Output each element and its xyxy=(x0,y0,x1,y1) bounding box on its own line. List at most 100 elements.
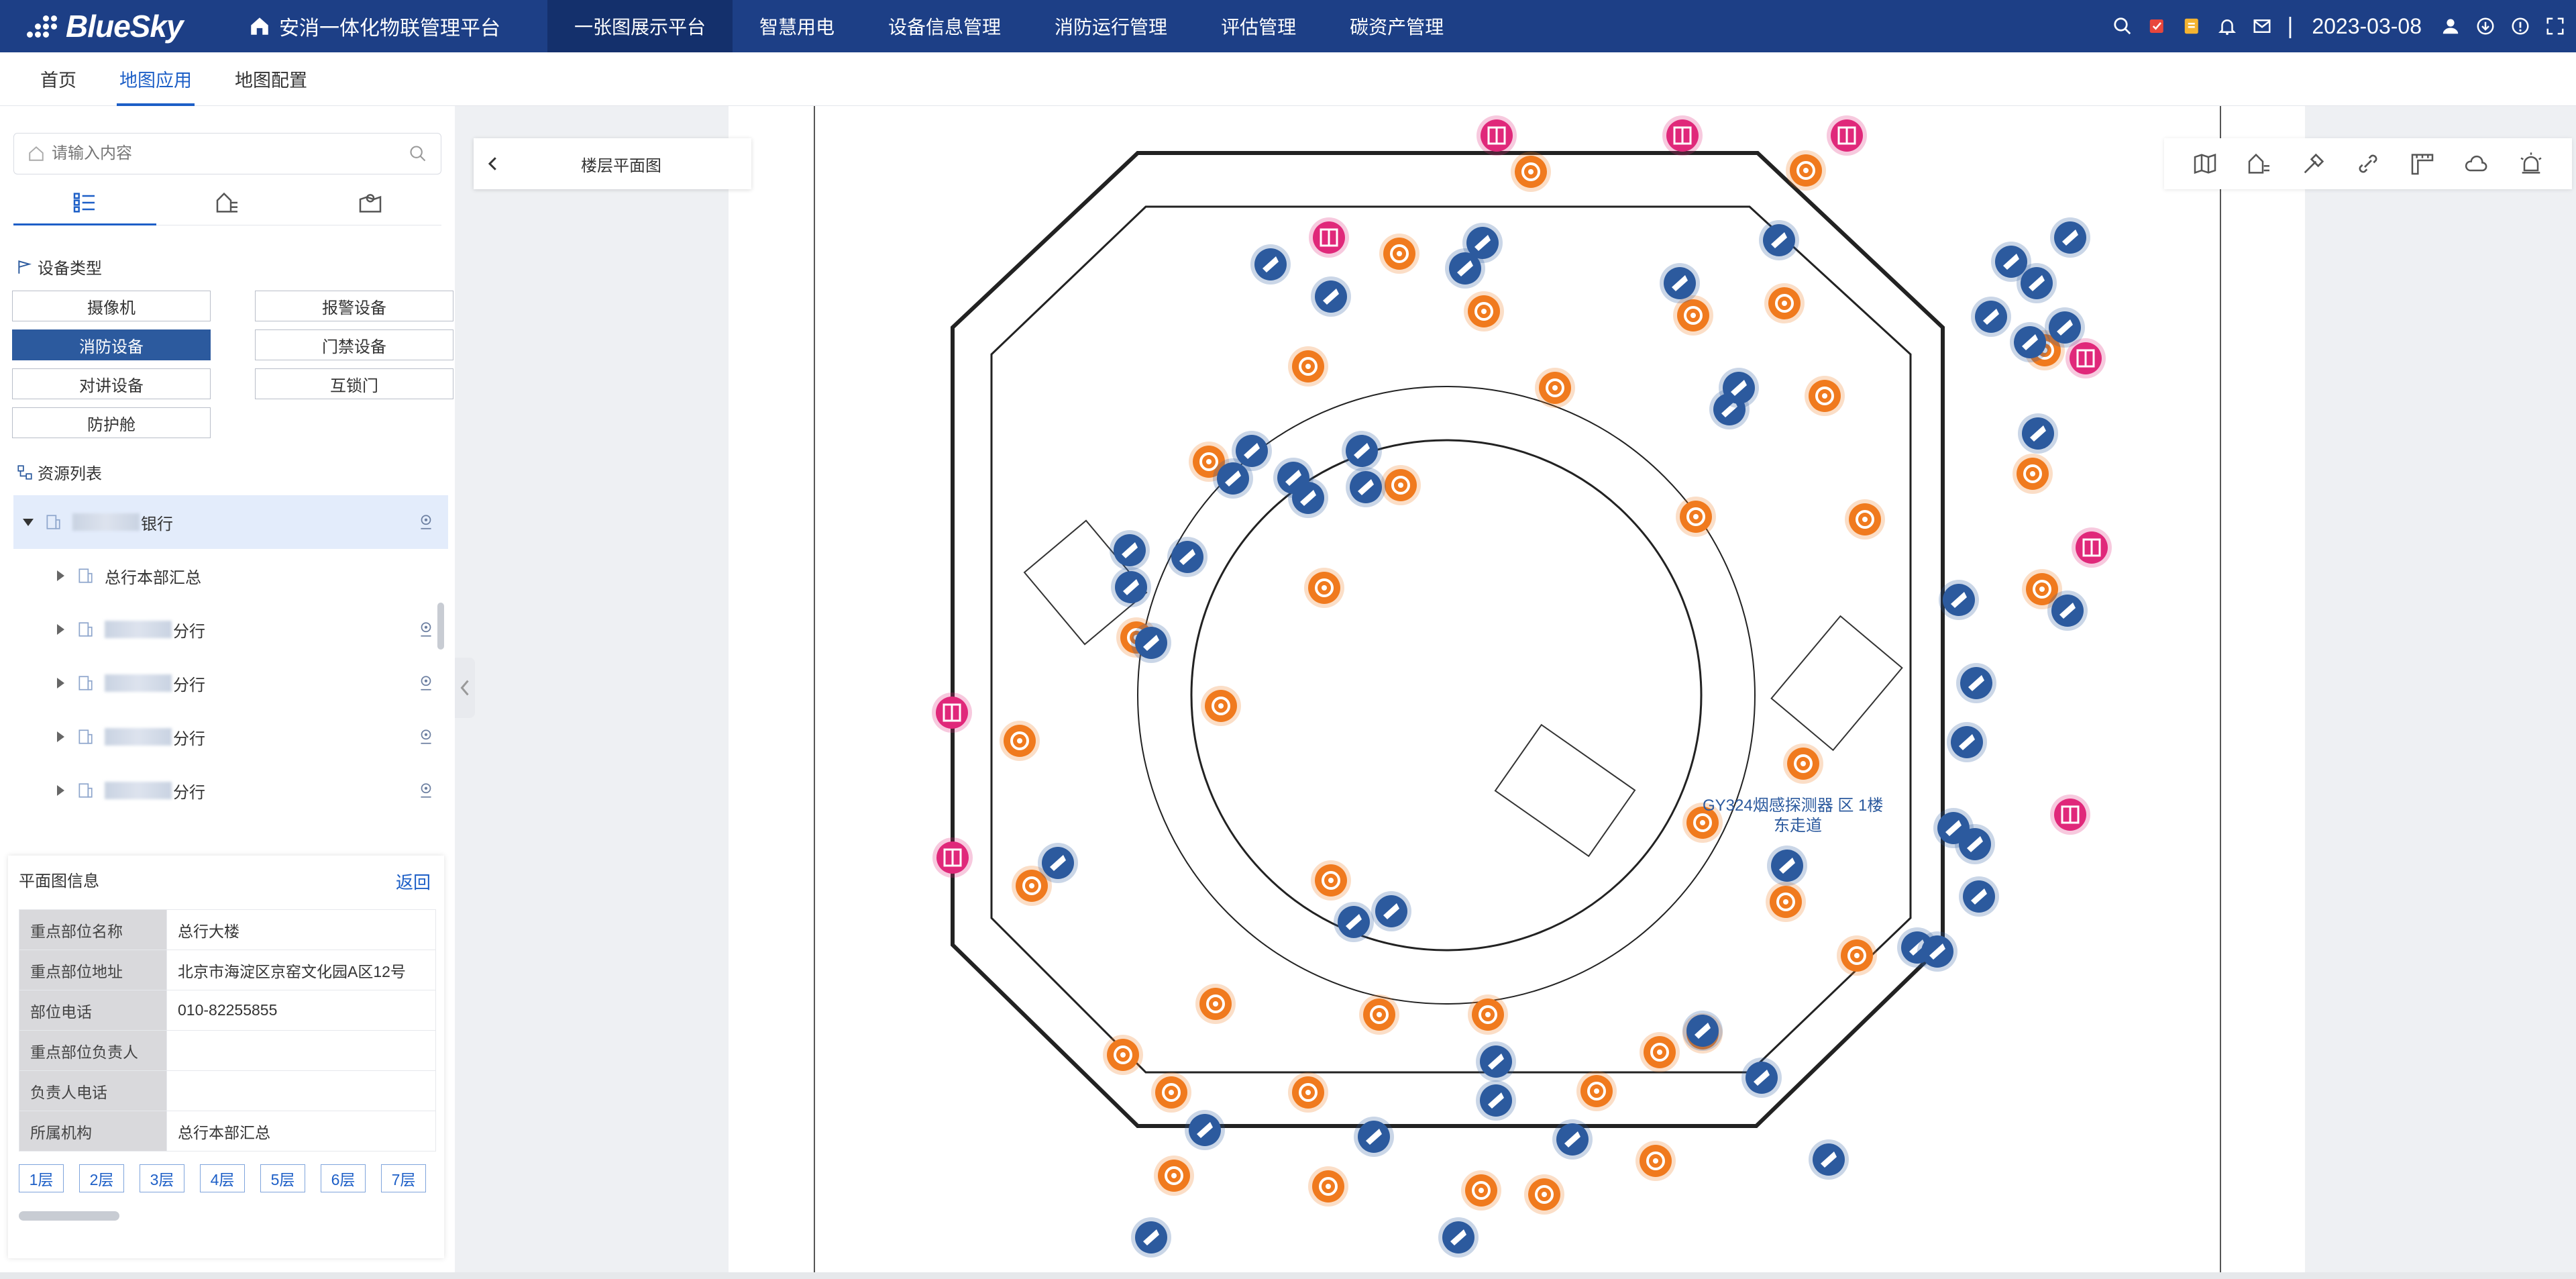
locate-icon[interactable] xyxy=(417,728,435,746)
fire-hydrant-icon[interactable] xyxy=(1461,1170,1501,1211)
fire-hydrant-icon[interactable] xyxy=(1764,283,1805,323)
camera-icon[interactable] xyxy=(1552,1119,1593,1160)
tab-building-view[interactable] xyxy=(156,180,299,225)
floor-button-2[interactable]: 2层 xyxy=(79,1164,124,1192)
camera-icon[interactable] xyxy=(1371,891,1411,931)
weather-icon[interactable] xyxy=(2463,150,2490,177)
fire-hydrant-icon[interactable] xyxy=(2012,454,2053,494)
access-door-icon[interactable] xyxy=(932,693,972,733)
nav-item-carbon[interactable]: 碳资产管理 xyxy=(1323,0,1470,52)
camera-icon[interactable] xyxy=(1971,297,2011,337)
fire-hydrant-icon[interactable] xyxy=(1288,1072,1328,1113)
camera-icon[interactable] xyxy=(1719,368,1759,408)
caret-down-icon[interactable] xyxy=(21,515,35,529)
building-list-icon[interactable] xyxy=(2246,150,2273,177)
camera-icon[interactable] xyxy=(2010,322,2050,362)
fire-hydrant-icon[interactable] xyxy=(1464,291,1504,331)
caret-right-icon[interactable] xyxy=(54,623,67,636)
floor-button-3[interactable]: 3层 xyxy=(140,1164,184,1192)
camera-icon[interactable] xyxy=(1438,1217,1479,1258)
tab-map-view[interactable] xyxy=(299,180,441,225)
camera-icon[interactable] xyxy=(1342,431,1382,471)
camera-icon[interactable] xyxy=(1809,1139,1849,1180)
camera-icon[interactable] xyxy=(1476,1080,1516,1121)
map-icon[interactable] xyxy=(2192,150,2218,177)
camera-icon[interactable] xyxy=(1660,263,1700,303)
access-door-icon[interactable] xyxy=(1309,217,1349,258)
access-door-icon[interactable] xyxy=(1662,115,1703,156)
fire-hydrant-icon[interactable] xyxy=(1535,368,1575,408)
locate-icon[interactable] xyxy=(417,513,435,531)
camera-icon[interactable] xyxy=(1767,846,1807,886)
fire-hydrant-icon[interactable] xyxy=(1151,1072,1191,1113)
camera-icon[interactable] xyxy=(1167,537,1208,577)
fire-hydrant-icon[interactable] xyxy=(1468,994,1508,1035)
fire-hydrant-icon[interactable] xyxy=(1304,568,1344,608)
fire-hydrant-icon[interactable] xyxy=(1676,497,1716,537)
fire-hydrant-icon[interactable] xyxy=(1640,1032,1680,1072)
camera-icon[interactable] xyxy=(2018,413,2058,454)
floor-button-5[interactable]: 5层 xyxy=(260,1164,305,1192)
caret-right-icon[interactable] xyxy=(54,569,67,582)
tree-item-branch[interactable]: 分行 xyxy=(13,656,448,710)
camera-icon[interactable] xyxy=(2050,217,2090,258)
camera-icon[interactable] xyxy=(1955,824,1995,864)
nav-item-smart-power[interactable]: 智慧用电 xyxy=(733,0,861,52)
user-icon[interactable] xyxy=(2440,16,2461,36)
camera-icon[interactable] xyxy=(1250,244,1291,285)
fire-hydrant-icon[interactable] xyxy=(1805,376,1845,416)
fire-hydrant-icon[interactable] xyxy=(1524,1174,1564,1215)
tab-map-config[interactable]: 地图配置 xyxy=(235,52,307,106)
fire-hydrant-icon[interactable] xyxy=(1359,994,1399,1035)
info-icon[interactable] xyxy=(2510,16,2530,36)
camera-icon[interactable] xyxy=(1111,567,1151,607)
fire-hydrant-icon[interactable] xyxy=(1288,346,1328,387)
tree-item-root[interactable]: 银行 xyxy=(13,495,448,549)
device-type-cabin[interactable]: 防护舱 xyxy=(12,407,211,438)
search-icon[interactable] xyxy=(409,144,427,163)
nav-item-evaluation[interactable]: 评估管理 xyxy=(1194,0,1323,52)
caret-right-icon[interactable] xyxy=(54,676,67,690)
camera-icon[interactable] xyxy=(1311,276,1351,317)
tree-item-branch[interactable]: 分行 xyxy=(13,764,448,817)
ruler-icon[interactable] xyxy=(2409,150,2436,177)
fire-hydrant-icon[interactable] xyxy=(1635,1141,1676,1181)
fire-hydrant-icon[interactable] xyxy=(1845,499,1885,540)
device-type-access[interactable]: 门禁设备 xyxy=(255,329,453,360)
fire-hydrant-icon[interactable] xyxy=(1311,860,1351,901)
fire-hydrant-icon[interactable] xyxy=(1783,744,1823,784)
horizontal-scrollbar[interactable] xyxy=(19,1211,119,1221)
link-icon[interactable] xyxy=(2355,150,2381,177)
tab-map-app[interactable]: 地图应用 xyxy=(117,52,195,106)
camera-icon[interactable] xyxy=(1213,458,1253,499)
alarm-light-icon[interactable] xyxy=(2518,150,2544,177)
device-type-alarm[interactable]: 报警设备 xyxy=(255,291,453,321)
fire-hydrant-icon[interactable] xyxy=(1766,882,1806,922)
camera-icon[interactable] xyxy=(1476,1041,1516,1082)
locate-icon[interactable] xyxy=(417,782,435,799)
camera-icon[interactable] xyxy=(2047,591,2088,631)
caret-right-icon[interactable] xyxy=(54,784,67,797)
tools-icon[interactable] xyxy=(2300,150,2327,177)
camera-icon[interactable] xyxy=(1038,843,1078,883)
device-type-camera[interactable]: 摄像机 xyxy=(12,291,211,321)
camera-icon[interactable] xyxy=(1759,220,1799,260)
tab-list-view[interactable] xyxy=(13,180,156,225)
tree-item-branch[interactable]: 分行 xyxy=(13,710,448,764)
search-icon[interactable] xyxy=(2112,16,2133,36)
search-input[interactable] xyxy=(52,144,409,163)
device-type-fire[interactable]: 消防设备 xyxy=(12,329,211,360)
device-type-intercom[interactable]: 对讲设备 xyxy=(12,368,211,399)
tree-scrollbar[interactable] xyxy=(437,603,444,650)
camera-icon[interactable] xyxy=(1445,248,1485,289)
camera-icon[interactable] xyxy=(1131,623,1171,663)
fire-hydrant-icon[interactable] xyxy=(1201,686,1241,726)
nav-item-map-platform[interactable]: 一张图展示平台 xyxy=(547,0,733,52)
mail-icon[interactable] xyxy=(2252,16,2272,36)
camera-icon[interactable] xyxy=(1288,478,1328,518)
fire-hydrant-icon[interactable] xyxy=(1103,1035,1143,1075)
locate-icon[interactable] xyxy=(417,674,435,692)
floor-map[interactable]: GY324烟感探测器 区 1楼 东走道 xyxy=(455,106,2576,1274)
floor-button-6[interactable]: 6层 xyxy=(321,1164,366,1192)
access-door-icon[interactable] xyxy=(932,837,973,878)
